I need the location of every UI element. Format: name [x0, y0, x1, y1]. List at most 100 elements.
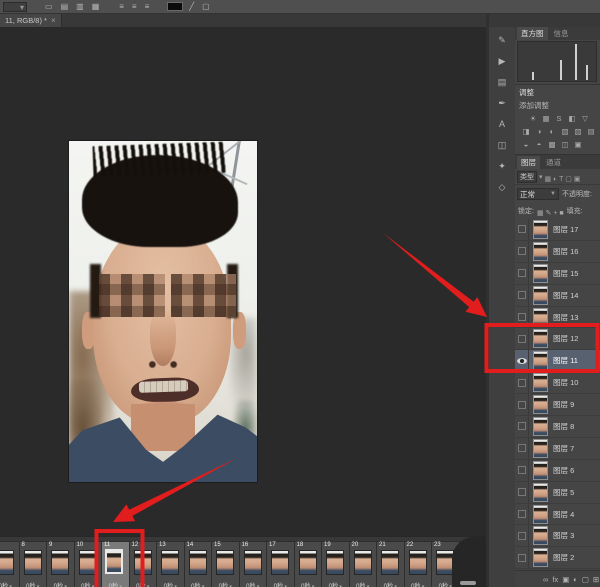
tab-histogram[interactable]: 直方图	[517, 27, 548, 40]
frame-delay[interactable]: 0秒 ▾	[0, 581, 19, 587]
layer-visibility-toggle[interactable]	[515, 438, 529, 459]
layer-row[interactable]: 图层 9	[515, 394, 600, 416]
document-tab[interactable]: 11, RGB/8) * ×	[0, 14, 62, 27]
color-swatch[interactable]	[167, 2, 183, 11]
layer-visibility-toggle[interactable]	[515, 525, 529, 546]
filter-smart-icon[interactable]: ▣	[574, 176, 581, 183]
layer-row[interactable]: 图层 12	[515, 328, 600, 350]
layer-visibility-toggle[interactable]	[515, 263, 529, 284]
layer-visibility-toggle[interactable]	[515, 460, 529, 481]
animation-frame[interactable]: 110秒 ▾	[102, 541, 130, 587]
layer-row[interactable]: 图层 11	[515, 350, 600, 372]
layer-visibility-toggle[interactable]	[515, 504, 529, 525]
layer-visibility-toggle[interactable]	[515, 328, 529, 349]
layer-row[interactable]: 图层 16	[515, 241, 600, 263]
style-icon-2[interactable]: ▥	[74, 2, 86, 12]
layer-row[interactable]: 图层 5	[515, 482, 600, 504]
layer-filter-dropdown[interactable]: 类型	[517, 171, 537, 183]
actions-panel-icon[interactable]: ▶	[493, 54, 511, 69]
frame-delay[interactable]: 0秒 ▾	[322, 581, 349, 587]
layer-visibility-toggle[interactable]	[515, 285, 529, 306]
layer-visibility-toggle[interactable]	[515, 482, 529, 503]
animation-frame[interactable]: 70秒 ▾	[0, 541, 20, 587]
animation-frame[interactable]: 130秒 ▾	[157, 541, 185, 587]
layer-visibility-toggle[interactable]	[515, 394, 529, 415]
link-layers-icon[interactable]: ∞	[543, 575, 548, 584]
layer-row[interactable]: 图层 17	[515, 219, 600, 241]
paragraph-panel-icon[interactable]: ◫	[493, 138, 511, 153]
tab-info[interactable]: 信息	[550, 27, 573, 40]
layer-group-icon[interactable]: ▢	[582, 575, 589, 584]
align-left-icon[interactable]: ≡	[117, 2, 126, 12]
threshold-icon[interactable]: ▩	[547, 140, 557, 150]
animation-frame[interactable]: 190秒 ▾	[322, 541, 350, 587]
lock-all-icon[interactable]: ■	[559, 210, 563, 217]
layer-visibility-toggle[interactable]	[515, 307, 529, 328]
hue-saturation-icon[interactable]: ◨	[521, 127, 531, 137]
frame-delay[interactable]: 0秒 ▾	[185, 581, 212, 587]
selective-color-icon[interactable]: ▣	[573, 140, 583, 150]
layer-row[interactable]: 图层 4	[515, 504, 600, 526]
gradient-map-icon[interactable]: ◫	[560, 140, 570, 150]
levels-icon[interactable]: ▦	[541, 114, 551, 124]
filter-caret-icon[interactable]: ▾	[539, 173, 543, 181]
frame-delay[interactable]: 0秒 ▾	[102, 581, 129, 587]
animation-frame[interactable]: 220秒 ▾	[405, 541, 433, 587]
new-layer-icon[interactable]: ⊞	[593, 575, 599, 584]
black-white-icon[interactable]: ◐	[547, 127, 557, 137]
frame-delay[interactable]: 0秒 ▾	[47, 581, 74, 587]
layer-row[interactable]: 图层 15	[515, 263, 600, 285]
style-icon-1[interactable]: ▤	[59, 2, 71, 12]
frame-delay[interactable]: 0秒 ▾	[295, 581, 322, 587]
style-icon-3[interactable]: ▦	[90, 2, 102, 12]
layer-row[interactable]: 图层 3	[515, 525, 600, 547]
layer-visibility-toggle[interactable]	[515, 416, 529, 437]
lock-transparency-icon[interactable]: ▦	[537, 210, 546, 217]
animation-frame[interactable]: 180秒 ▾	[295, 541, 323, 587]
invert-icon[interactable]: ◒	[521, 140, 531, 150]
layer-visibility-toggle[interactable]	[515, 219, 529, 240]
layer-row[interactable]: 图层 2	[515, 547, 600, 569]
frame-delay[interactable]: 0秒 ▾	[75, 581, 102, 587]
anti-alias-icon[interactable]: ╱	[187, 2, 196, 12]
animation-frame[interactable]: 210秒 ▾	[377, 541, 405, 587]
layer-row[interactable]: 图层 10	[515, 372, 600, 394]
frame-delay[interactable]: 0秒 ▾	[240, 581, 267, 587]
timeline-scrollbar[interactable]	[460, 581, 476, 585]
filter-pixel-icon[interactable]: ▦	[545, 176, 554, 183]
frame-delay[interactable]: 0秒 ▾	[20, 581, 47, 587]
character-panel-icon[interactable]: A	[493, 117, 511, 132]
layer-row[interactable]: 图层 14	[515, 285, 600, 307]
frame-delay[interactable]: 0秒 ▾	[212, 581, 239, 587]
blend-mode-select[interactable]: 正常 ▼	[517, 188, 559, 200]
tab-close-icon[interactable]: ×	[51, 16, 56, 25]
brush-panel-icon[interactable]: ▤	[493, 75, 511, 90]
3d-panel-icon[interactable]: ◇	[493, 180, 511, 195]
frame-delay[interactable]: 0秒 ▾	[267, 581, 294, 587]
layer-row[interactable]: 图层 13	[515, 307, 600, 329]
animation-frame[interactable]: 120秒 ▾	[130, 541, 158, 587]
brush-icon[interactable]: ▭	[43, 2, 55, 12]
styles-panel-icon[interactable]: ✦	[493, 159, 511, 174]
color-balance-icon[interactable]: ◑	[534, 127, 544, 137]
vibrance-icon[interactable]: ▽	[580, 114, 590, 124]
animation-frame[interactable]: 80秒 ▾	[20, 541, 48, 587]
animation-frame[interactable]: 100秒 ▾	[75, 541, 103, 587]
frame-delay[interactable]: 0秒 ▾	[157, 581, 184, 587]
align-right-icon[interactable]: ≡	[143, 2, 152, 12]
folder-icon[interactable]: ▢	[200, 2, 212, 12]
clone-source-panel-icon[interactable]: ✒	[493, 96, 511, 111]
adjustment-layer-icon[interactable]: ◐	[573, 575, 578, 584]
filter-shape-icon[interactable]: ▢	[565, 176, 574, 183]
tool-preset-dropdown[interactable]: ▾	[3, 2, 27, 12]
exposure-icon[interactable]: ◧	[567, 114, 577, 124]
tab-layers[interactable]: 图层	[517, 156, 540, 169]
layer-visibility-toggle[interactable]	[515, 241, 529, 262]
curves-panel-icon[interactable]: ✎	[493, 33, 511, 48]
frame-delay[interactable]: 0秒 ▾	[350, 581, 377, 587]
animation-frame[interactable]: 170秒 ▾	[267, 541, 295, 587]
animation-frame[interactable]: 150秒 ▾	[212, 541, 240, 587]
animation-frame[interactable]: 140秒 ▾	[185, 541, 213, 587]
align-center-icon[interactable]: ≡	[130, 2, 139, 12]
animation-frame[interactable]: 160秒 ▾	[240, 541, 268, 587]
